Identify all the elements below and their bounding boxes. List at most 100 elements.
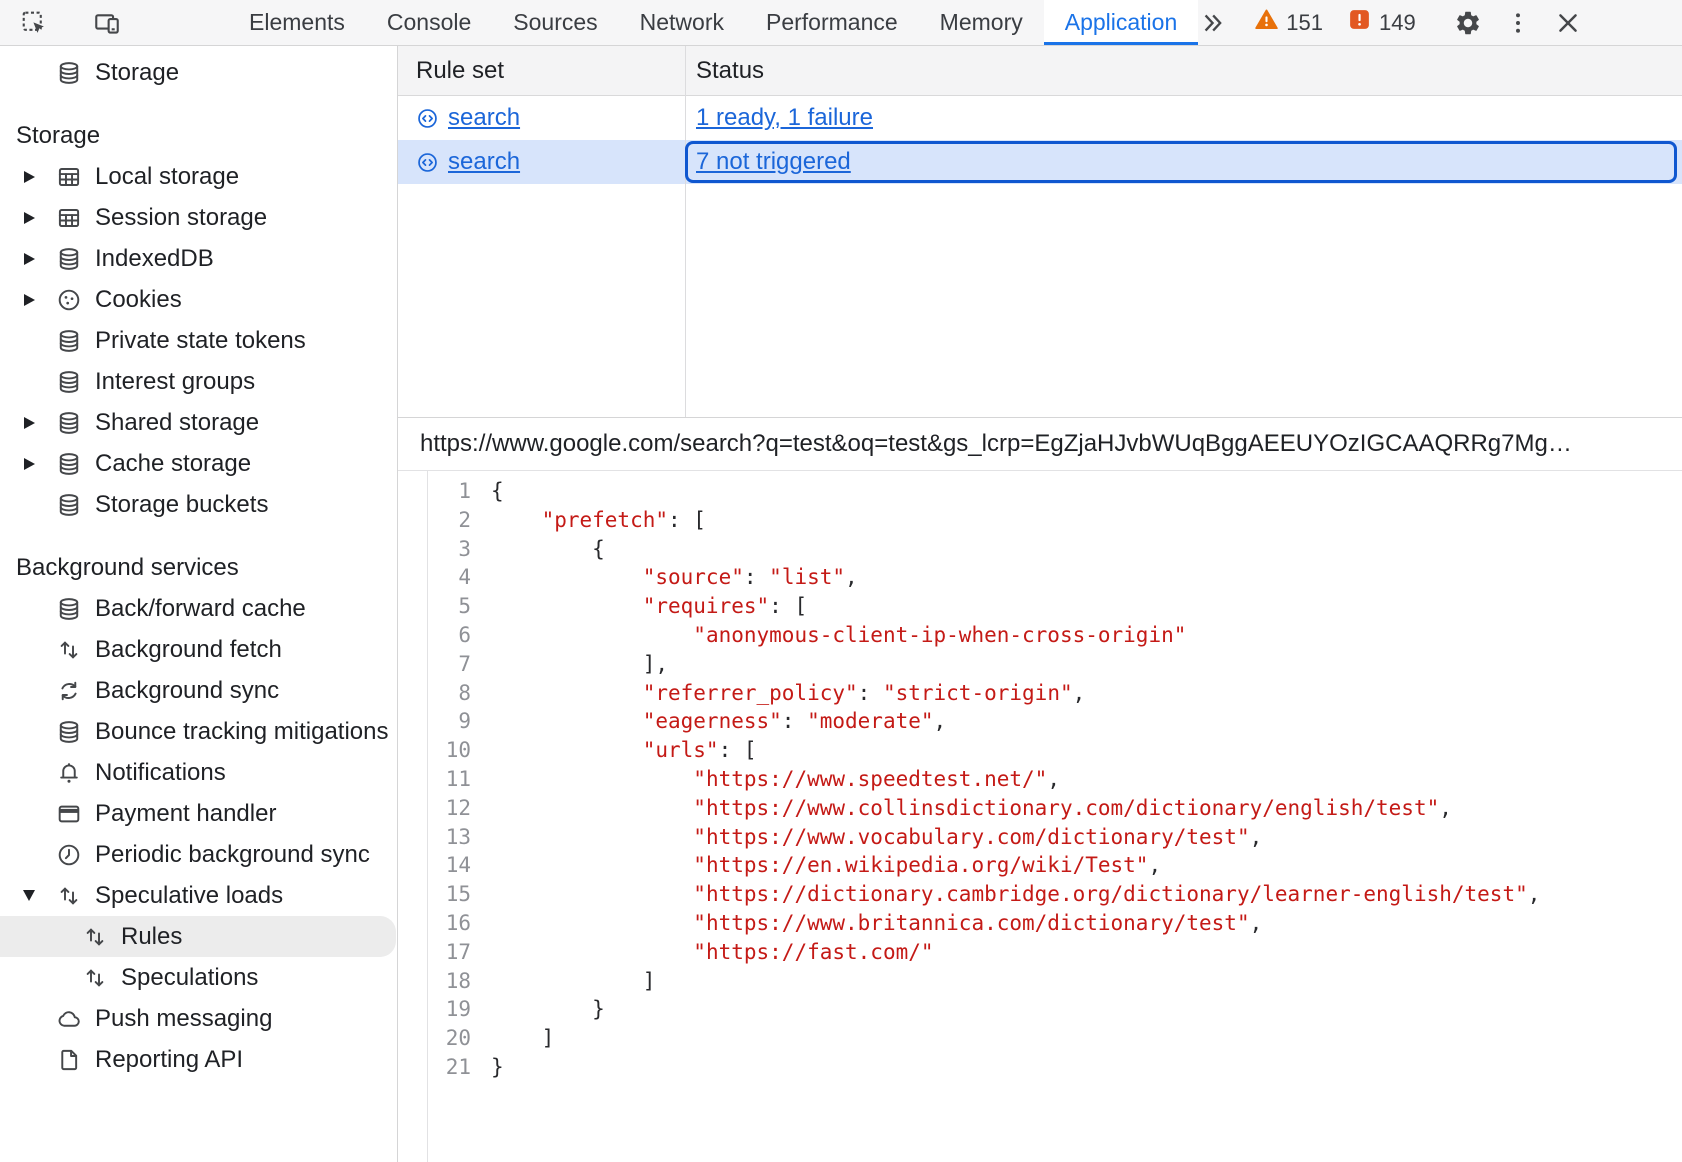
sidebar-item-reporting-api[interactable]: Reporting API — [0, 1039, 397, 1080]
sidebar-item-cache-storage[interactable]: Cache storage — [0, 443, 397, 484]
rule-set-source-url: https://www.google.com/search?q=test&oq=… — [398, 418, 1682, 471]
sidebar-item-storage-buckets[interactable]: Storage buckets — [0, 484, 397, 525]
sidebar-item-periodic-background-sync[interactable]: Periodic background sync — [0, 834, 397, 875]
sidebar-section-background-services: Background services — [0, 547, 397, 588]
line-number: 12 — [398, 794, 471, 823]
code-text: "prefetch": [ — [471, 506, 706, 535]
sidebar-item-label: Background sync — [95, 677, 279, 705]
sidebar-item-cookies[interactable]: Cookies — [0, 279, 397, 320]
rule-set-link[interactable]: search — [448, 148, 520, 176]
status-cell[interactable]: 1 ready, 1 failure — [686, 96, 1682, 140]
expand-arrow-icon[interactable] — [22, 417, 36, 429]
updown-icon — [56, 637, 82, 663]
database-icon — [56, 328, 82, 354]
sidebar-item-storage[interactable]: Storage — [0, 52, 397, 93]
card-icon — [56, 801, 82, 827]
code-text: "anonymous-client-ip-when-cross-origin" — [471, 621, 1186, 650]
code-line: 12 "https://www.collinsdictionary.com/di… — [398, 794, 1682, 823]
rule-set-cell: search — [398, 104, 686, 132]
expand-arrow-icon[interactable] — [22, 253, 36, 265]
line-number: 14 — [398, 851, 471, 880]
inspect-icon[interactable] — [20, 0, 48, 45]
doc-icon — [56, 1047, 82, 1073]
table-icon — [56, 205, 82, 231]
clock-icon — [56, 842, 82, 868]
sidebar-item-push-messaging[interactable]: Push messaging — [0, 998, 397, 1039]
toggle-device-toolbar-icon[interactable] — [93, 0, 121, 45]
line-number: 17 — [398, 938, 471, 967]
warnings-counter[interactable]: 151 — [1254, 7, 1323, 38]
code-text: "https://www.vocabulary.com/dictionary/t… — [471, 823, 1262, 852]
collapse-arrow-icon[interactable] — [22, 890, 36, 901]
close-icon[interactable] — [1554, 9, 1582, 37]
status-cell[interactable]: 7 not triggered — [686, 140, 1682, 184]
more-tabs-icon[interactable] — [1198, 9, 1226, 37]
code-line: 10 "urls": [ — [398, 736, 1682, 765]
settings-gear-icon[interactable] — [1454, 9, 1482, 37]
code-line: 3 { — [398, 535, 1682, 564]
more-options-icon[interactable] — [1504, 9, 1532, 37]
tab-network[interactable]: Network — [619, 0, 745, 45]
code-line: 2 "prefetch": [ — [398, 506, 1682, 535]
sidebar-item-private-state-tokens[interactable]: Private state tokens — [0, 320, 397, 361]
sidebar-item-speculative-loads[interactable]: Speculative loads — [0, 875, 397, 916]
sidebar-item-indexeddb[interactable]: IndexedDB — [0, 238, 397, 279]
sidebar-item-local-storage[interactable]: Local storage — [0, 156, 397, 197]
rule-set-link[interactable]: search — [448, 104, 520, 132]
sidebar-item-background-sync[interactable]: Background sync — [0, 670, 397, 711]
sidebar-item-shared-storage[interactable]: Shared storage — [0, 402, 397, 443]
sidebar-item-session-storage[interactable]: Session storage — [0, 197, 397, 238]
ruleset-row[interactable]: search 7 not triggered — [398, 140, 1682, 184]
code-editor[interactable]: 1{2 "prefetch": [3 {4 "source": "list",5… — [398, 471, 1682, 1162]
sidebar-item-label: Shared storage — [95, 409, 259, 437]
sidebar-item-payment-handler[interactable]: Payment handler — [0, 793, 397, 834]
sidebar-item-label: Session storage — [95, 204, 267, 232]
code-line: 7 ], — [398, 650, 1682, 679]
sidebar-item-label: Back/forward cache — [95, 595, 306, 623]
warning-count: 151 — [1286, 10, 1323, 36]
status-link[interactable]: 7 not triggered — [696, 148, 851, 176]
tab-elements[interactable]: Elements — [228, 0, 366, 45]
code-line: 16 "https://www.britannica.com/dictionar… — [398, 909, 1682, 938]
expand-arrow-icon[interactable] — [22, 212, 36, 224]
sidebar-item-label: Background fetch — [95, 636, 282, 664]
tab-console[interactable]: Console — [366, 0, 492, 45]
status-link[interactable]: 1 ready, 1 failure — [696, 104, 873, 132]
tab-sources[interactable]: Sources — [492, 0, 618, 45]
sidebar-item-bounce-tracking-mitigations[interactable]: Bounce tracking mitigations — [0, 711, 397, 752]
sidebar-item-speculations[interactable]: Speculations — [0, 957, 397, 998]
ruleset-row[interactable]: search 1 ready, 1 failure — [398, 96, 1682, 140]
code-text: "referrer_policy": "strict-origin", — [471, 679, 1085, 708]
sidebar-item-label: Bounce tracking mitigations — [95, 718, 388, 746]
application-sidebar: StorageStorageLocal storageSession stora… — [0, 46, 398, 1162]
code-circle-icon — [416, 151, 439, 174]
sidebar-item-notifications[interactable]: Notifications — [0, 752, 397, 793]
line-number: 16 — [398, 909, 471, 938]
line-number: 1 — [398, 477, 471, 506]
expand-arrow-icon[interactable] — [22, 171, 36, 183]
sidebar-item-background-fetch[interactable]: Background fetch — [0, 629, 397, 670]
line-number: 21 — [398, 1053, 471, 1082]
line-number: 4 — [398, 563, 471, 592]
code-text: "https://dictionary.cambridge.org/dictio… — [471, 880, 1540, 909]
sidebar-item-back-forward-cache[interactable]: Back/forward cache — [0, 588, 397, 629]
tab-memory[interactable]: Memory — [919, 0, 1044, 45]
code-line: 4 "source": "list", — [398, 563, 1682, 592]
sidebar-item-interest-groups[interactable]: Interest groups — [0, 361, 397, 402]
sidebar-item-label: IndexedDB — [95, 245, 214, 273]
code-text: { — [471, 477, 504, 506]
expand-arrow-icon[interactable] — [22, 294, 36, 306]
line-number: 9 — [398, 707, 471, 736]
code-line: 18 ] — [398, 967, 1682, 996]
expand-arrow-icon[interactable] — [22, 458, 36, 470]
tab-performance[interactable]: Performance — [745, 0, 919, 45]
database-icon — [56, 719, 82, 745]
updown-icon — [82, 965, 108, 991]
sidebar-item-rules[interactable]: Rules — [0, 916, 396, 957]
bell-icon — [56, 760, 82, 786]
table-header-row: Rule set Status — [398, 46, 1682, 96]
code-line: 9 "eagerness": "moderate", — [398, 707, 1682, 736]
tab-application[interactable]: Application — [1044, 0, 1199, 45]
issues-counter[interactable]: 149 — [1347, 7, 1416, 38]
code-line: 20 ] — [398, 1024, 1682, 1053]
